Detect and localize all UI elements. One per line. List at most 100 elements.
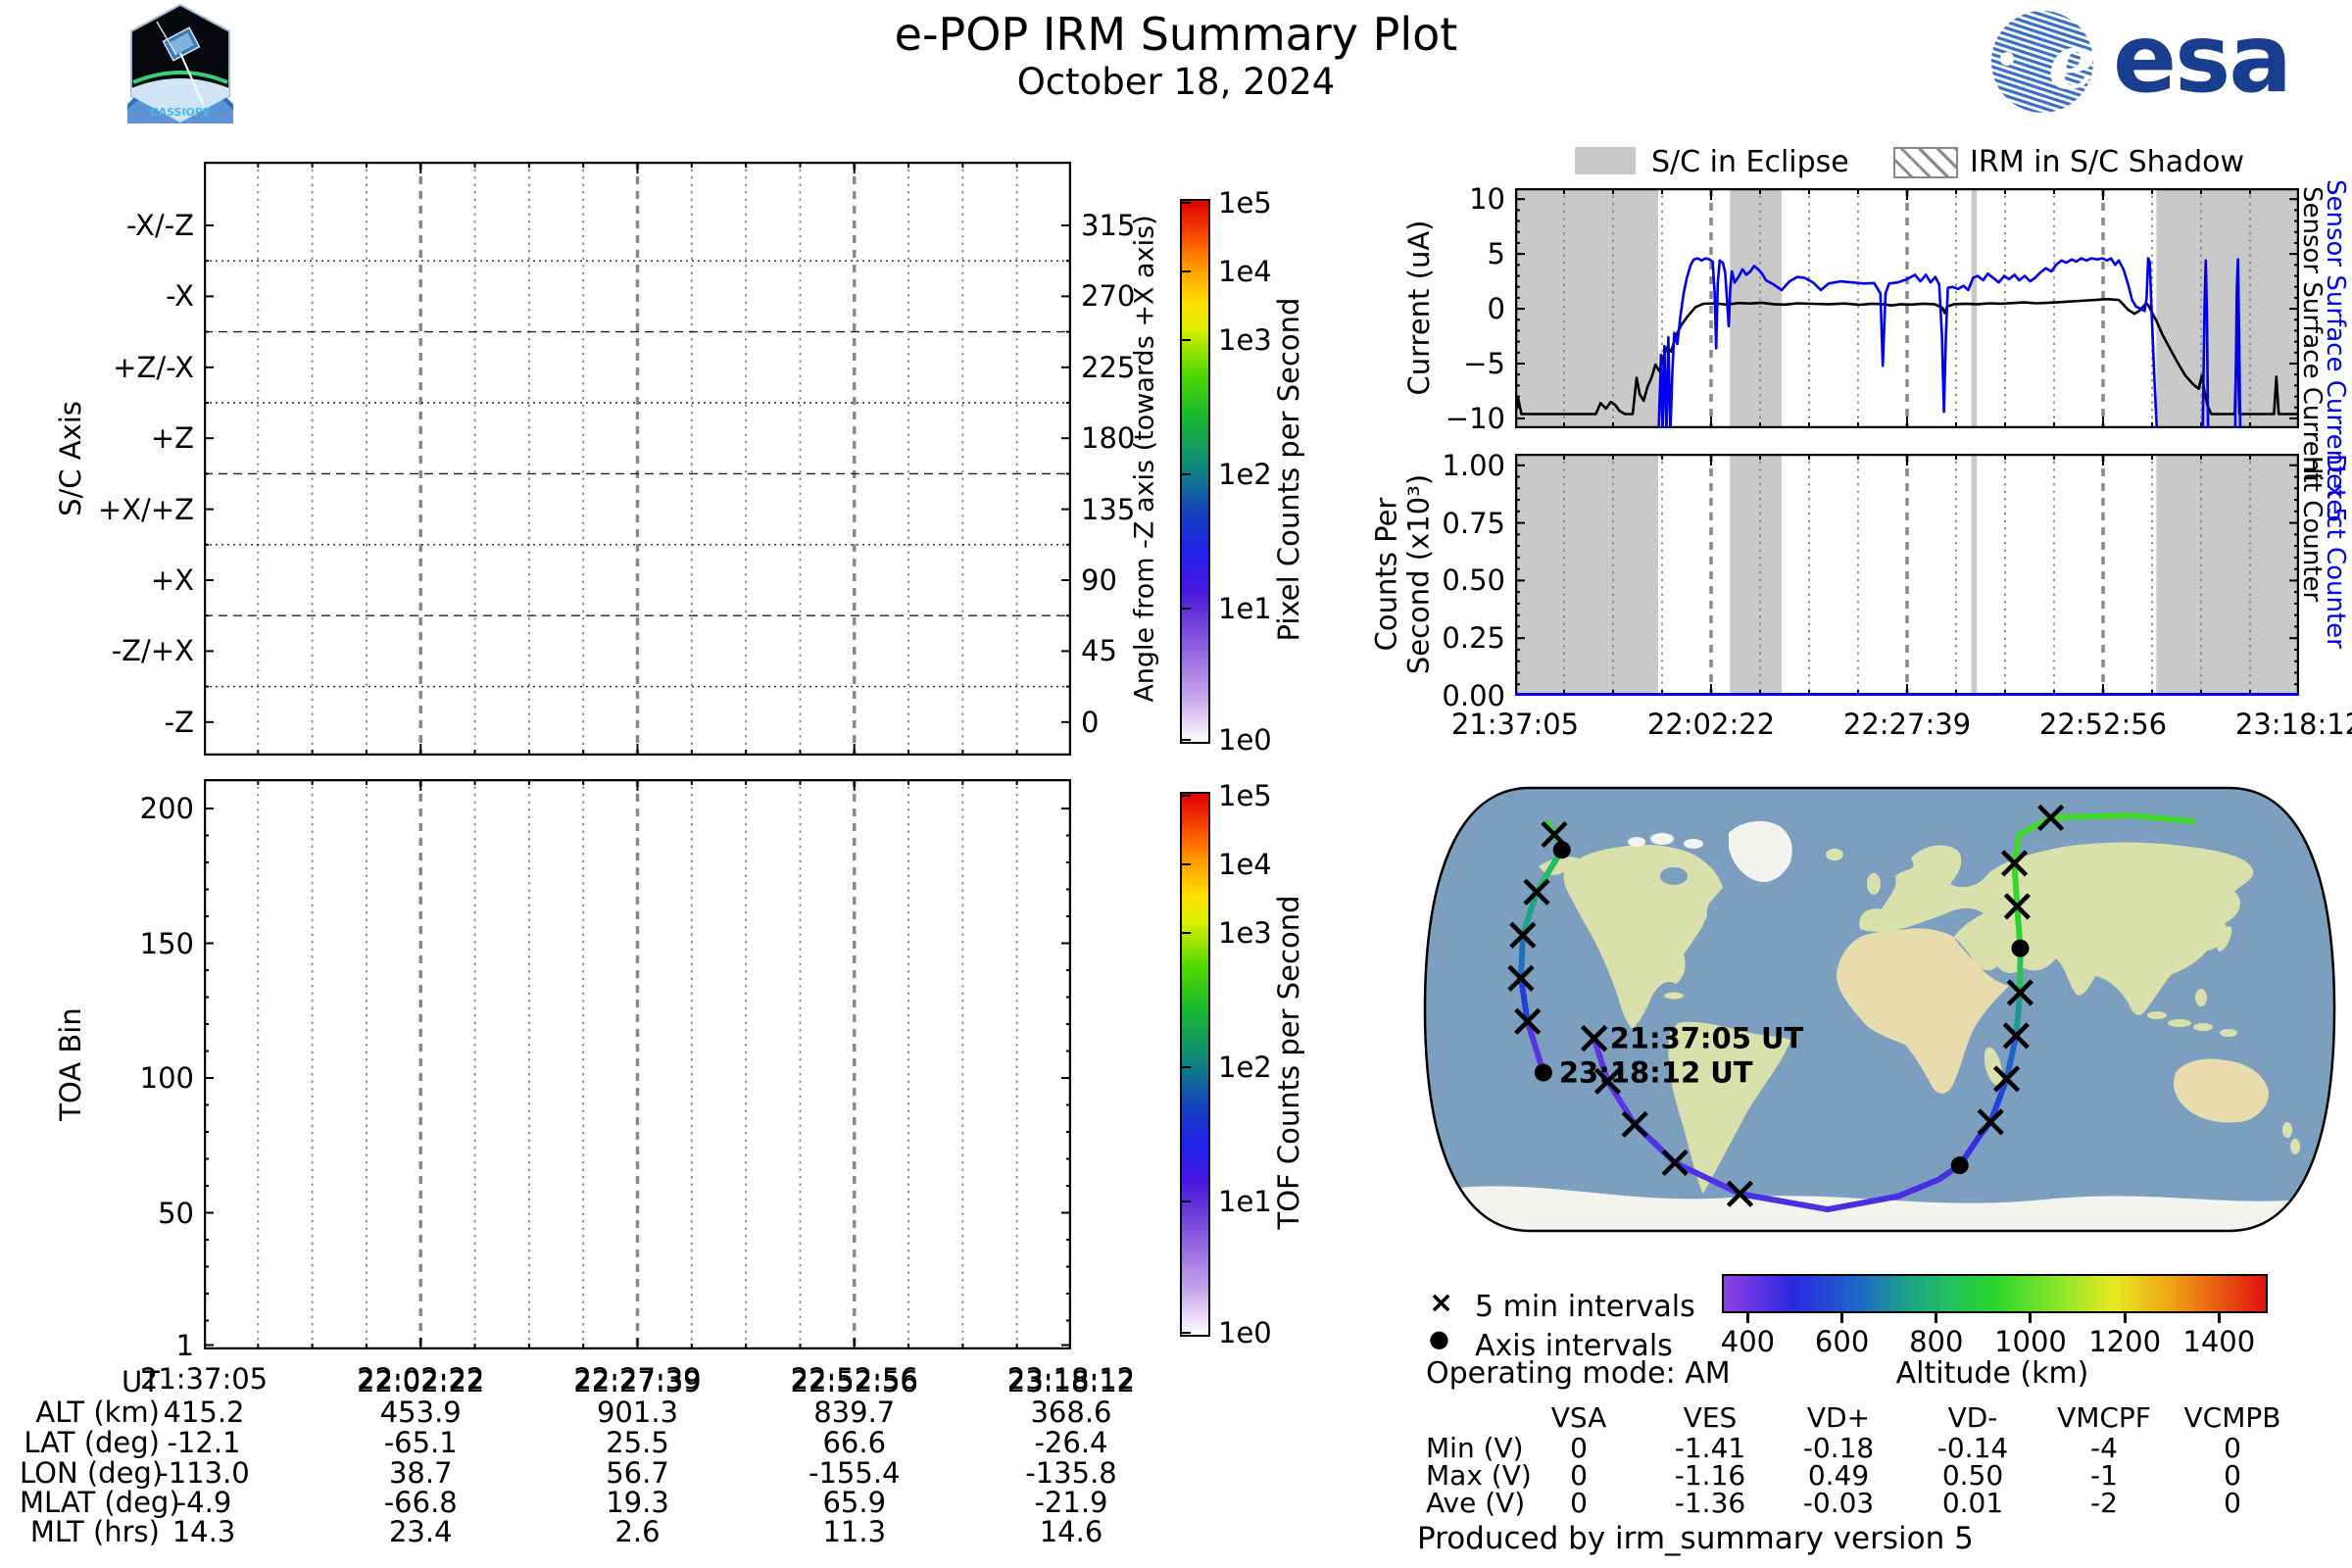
produced-by-line: Produced by irm_summary version 5 [1417,1521,1974,1556]
altbar-tickmark [2123,1311,2127,1323]
ephemeris-cell-r1c5: 23:18:12 [1006,1365,1136,1398]
detect-counter-label: Detect Counter [2321,454,2350,649]
altbar-tickmark [2217,1311,2221,1323]
page-title: e-POP IRM Summary Plot [894,8,1458,61]
ephemeris-cell-r3c3: 25.5 [606,1426,669,1459]
ephemeris-cell-r5c5: -21.9 [1034,1486,1108,1519]
svg-text:CASSIOPE: CASSIOPE [151,106,211,119]
ephemeris-cell-r4c3: 56.7 [606,1456,669,1490]
sc-axis-plot [204,162,1071,756]
ground-track-map: 21:37:05 UT23:18:12 UT [1423,786,2336,1233]
pixel-counts-colorbar-label: Pixel Counts per Second [1272,297,1305,642]
cb1-tickmark [1182,270,1191,272]
angle-axis-label: Angle from -Z axis (towards +X axis) [1129,215,1160,703]
counts-plot [1515,454,2299,696]
toa-ytick-1: 1 [175,1328,194,1362]
sc-axis-category-5: +X/+Z [97,492,194,526]
svg-text:e: e [2048,18,2097,107]
ephemeris-cell-r4c5: -135.8 [1025,1456,1117,1490]
ephemeris-cell-r6c2: 23.4 [388,1515,453,1548]
eclipse-band [1515,454,1658,696]
ephemeris-cell-r2c2: 453.9 [379,1396,462,1429]
cb2-tickmark [1182,1065,1191,1068]
ephemeris-cell-r6c3: 2.6 [614,1515,661,1548]
x-marker-icon: × [1429,1286,1454,1320]
counts-ylabel-line1: Counts Per [1369,497,1403,652]
map-content: 21:37:05 UT23:18:12 UT [1425,788,2334,1231]
cassiope-patch-icon: CASSIOPE [110,3,251,227]
cb2-tick-1e0: 1e0 [1218,1316,1272,1349]
cb2-tickmark [1182,794,1191,797]
ephemeris-cell-r6c1: 14.3 [172,1515,236,1548]
ephemeris-cell-r5c1: -4.9 [175,1486,232,1519]
angle-tick-270: 270 [1081,279,1136,314]
ephemeris-cell-r3c2: -65.1 [383,1426,458,1459]
cb2-tickmark [1182,1332,1191,1334]
cassiope-mission-patch: CASSIOPE [110,3,251,227]
axis-interval-marker [1950,1156,1969,1175]
sc-axis-category-7: -Z/+X [111,634,194,668]
ephemeris-cell-r3c5: -26.4 [1034,1426,1108,1459]
voltage-cell-r3c6: 0 [2224,1487,2241,1519]
eclipse-legend-swatch [1575,147,1636,174]
cb2-tick-1e3: 1e3 [1218,916,1272,951]
eclipse-band [1971,188,1978,428]
cb1-tickmark [1182,339,1191,342]
voltage-col-header-VES: VES [1683,1401,1738,1434]
current-plot [1515,188,2299,428]
eclipse-band [1971,454,1978,696]
dot-marker-icon: ● [1429,1325,1449,1352]
current-ytick-10: 10 [1469,182,1505,217]
voltage-cell-r3c4: 0.01 [1941,1487,2004,1519]
voltage-cell-r3c3: -0.03 [1802,1487,1875,1519]
irm-shadow-legend-label: IRM in S/C Shadow [1970,145,2245,179]
altitude-colorbar [1722,1274,2268,1313]
cb1-tickmark [1182,607,1191,610]
counts-ytick-1.00: 1.00 [1442,448,1505,482]
track-segment [2047,812,2132,821]
current-ytick-5: 5 [1487,237,1505,271]
ephemeris-cell-r2c5: 368.6 [1030,1396,1112,1429]
counts-ytick-0.75: 0.75 [1442,506,1505,540]
cb2-tickmark [1182,862,1191,865]
current-ytick-−5: −5 [1463,346,1505,380]
angle-tick-180: 180 [1081,421,1136,456]
ephemeris-cell-r1c4: 22:52:56 [790,1365,918,1398]
counts-time-tick-5: 23:18:12 [2234,708,2352,741]
axis-interval-marker [1552,841,1571,859]
ephemeris-cell-r6c5: 14.6 [1039,1515,1103,1548]
cb2-tickmark [1182,932,1191,935]
track-segment [2011,859,2021,909]
ephemeris-cell-r1c3: 22:27:39 [573,1365,702,1398]
altbar-tickmark [2029,1311,2033,1323]
current-ytick-−10: −10 [1445,401,1505,435]
toa-ytick-200: 200 [139,792,194,825]
voltage-cell-r3c2: -1.36 [1674,1487,1746,1519]
axis-interval-marker [2011,939,2030,957]
esa-wordmark: esa [2113,4,2292,114]
cb1-tick-1e2: 1e2 [1218,457,1272,491]
ephemeris-cell-r4c4: -155.4 [808,1456,901,1490]
ephemeris-cell-r3c4: 66.6 [822,1426,887,1459]
cb1-tick-1e3: 1e3 [1218,323,1272,358]
voltage-cell-r3c5: -2 [2090,1487,2118,1519]
track-end-label: 23:18:12 UT [1559,1056,1753,1090]
ephemeris-cell-r2c1: 415.2 [163,1396,245,1429]
eclipse-band [1730,188,1782,428]
counts-ytick-0.50: 0.50 [1442,564,1505,598]
epop-irm-summary-page: CASSIOPE e-POP IRM Summary Plot October … [0,0,2352,1568]
eclipse-band [2156,454,2299,696]
toa-bin-ylabel: TOA Bin [54,1007,87,1121]
cb2-tick-1e2: 1e2 [1218,1050,1272,1084]
ephemeris-cell-r4c1: -113.0 [158,1456,250,1490]
ephemeris-cell-r4c2: 38.7 [388,1456,453,1490]
eclipse-band [1730,454,1782,696]
operating-mode: Operating mode: AM [1426,1356,1731,1391]
ephemeris-cell-r6c4: 11.3 [822,1515,887,1548]
counts-time-tick-2: 22:02:22 [1646,708,1776,741]
eclipse-band [1515,188,1658,428]
toa-ytick-50: 50 [158,1196,194,1230]
voltage-col-header-VD+: VD+ [1806,1401,1871,1434]
angle-tick-45: 45 [1081,634,1117,668]
toa-ytick-100: 100 [139,1061,194,1095]
